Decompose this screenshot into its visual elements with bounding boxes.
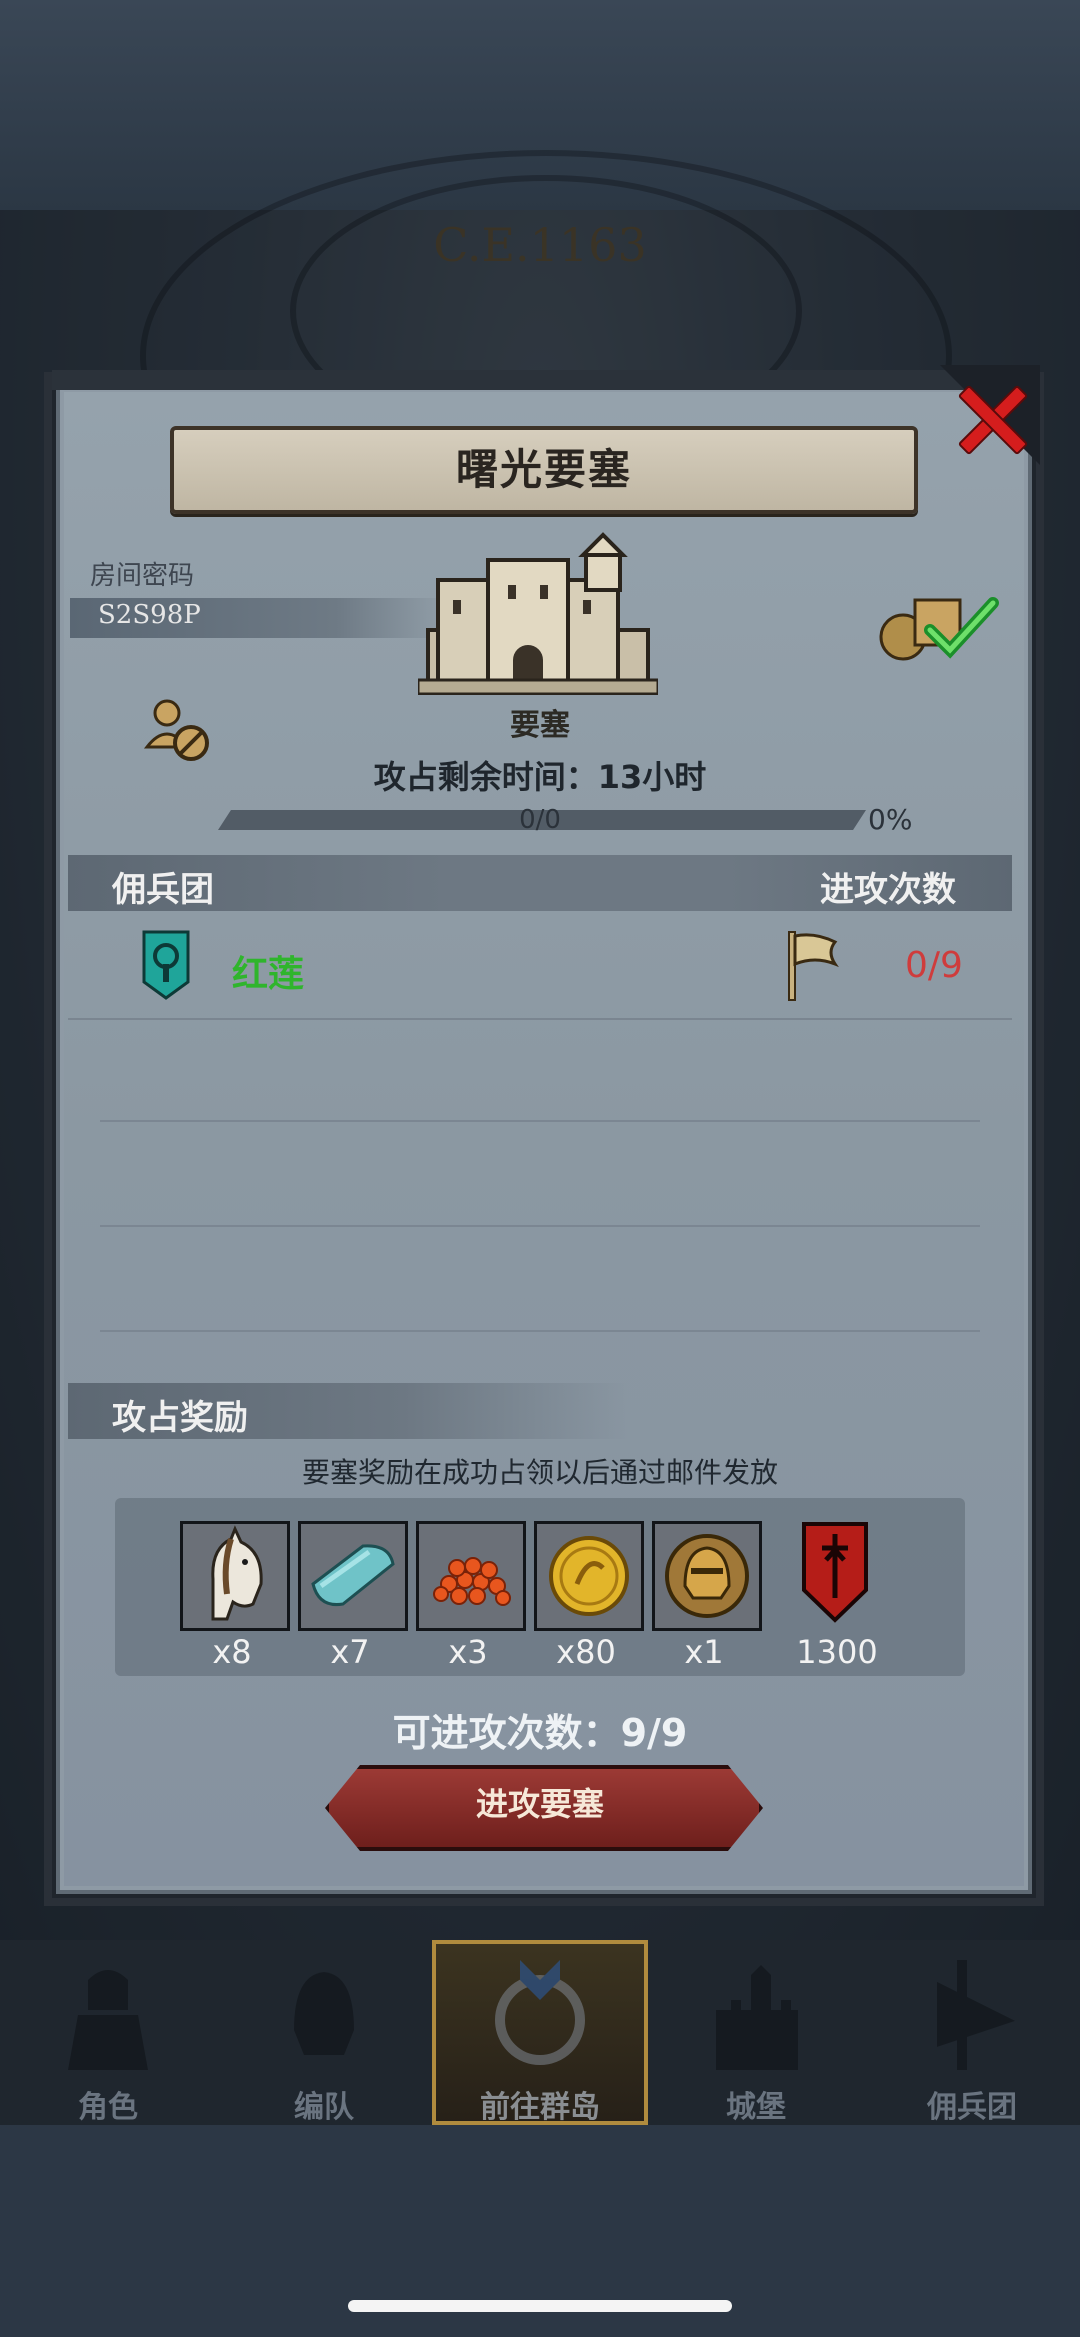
caviar-icon (419, 1524, 523, 1628)
reward-qty: x7 (330, 1633, 370, 1671)
row-divider (100, 1120, 980, 1122)
dialog-title: 曙光要塞 (455, 445, 632, 494)
capture-timer: 攻占剩余时间：13小时 (373, 758, 707, 796)
nav-label: 前往群岛 (480, 2090, 600, 2125)
mercenary-row[interactable] (68, 918, 1012, 1020)
nav-item-character[interactable]: 角色 (0, 1940, 216, 2125)
castle-nav-icon (716, 1965, 798, 2070)
reward-slot-cloth[interactable] (298, 1521, 408, 1631)
room-password-label: 房间密码 (90, 561, 195, 591)
reward-slot-caviar[interactable] (416, 1521, 526, 1631)
row-divider (100, 1330, 980, 1332)
attack-fortress-button-label[interactable]: 进攻要塞 (325, 1765, 755, 1843)
building-type-label: 要塞 (510, 708, 570, 743)
reward-qty: x8 (212, 1633, 252, 1671)
column-attack-count: 进攻次数 (820, 870, 956, 910)
nav-label: 编队 (294, 2090, 354, 2125)
nav-item-islands[interactable]: 前往群岛 (432, 1940, 648, 2125)
cloth-icon (301, 1524, 405, 1628)
knight-icon (68, 1970, 148, 2070)
sword-banner-icon (937, 1960, 1016, 2070)
dialog-top-edge (52, 370, 1028, 390)
rewards-title: 攻占奖励 (112, 1398, 248, 1438)
teal-banner-icon (142, 930, 190, 1000)
nav-label: 角色 (78, 2090, 138, 2125)
room-code[interactable]: S2S98P (98, 600, 201, 630)
compass-icon (495, 1960, 585, 2065)
reward-qty: x1 (684, 1633, 724, 1671)
nav-item-castle[interactable]: 城堡 (648, 1940, 864, 2125)
title-banner: 曙光要塞 (170, 426, 918, 514)
reward-slot-gold-coin[interactable] (534, 1521, 644, 1631)
reward-slot-horse[interactable] (180, 1521, 290, 1631)
reward-qty: x80 (556, 1633, 616, 1671)
flag-icon (788, 931, 839, 1001)
nav-item-mercenary[interactable]: 佣兵团 (864, 1940, 1080, 2125)
loot-claimed-icon[interactable] (875, 585, 1000, 665)
remaining-attacks: 可进攻次数：9/9 (392, 1711, 688, 1755)
home-indicator[interactable] (348, 2300, 732, 2312)
row-divider (100, 1225, 980, 1227)
nav-label: 佣兵团 (927, 2090, 1017, 2125)
no-entry-user-icon[interactable] (143, 695, 213, 765)
rewards-note: 要塞奖励在成功占领以后通过邮件发放 (301, 1456, 778, 1489)
fortress-castle-icon (418, 532, 658, 695)
gold-coin-icon (537, 1524, 641, 1628)
mercenary-attack-count: 0/9 (905, 945, 963, 986)
capture-progress-text: 0/0 (519, 805, 561, 835)
close-icon[interactable] (955, 378, 1025, 448)
horse-icon (183, 1524, 287, 1628)
mercenary-name: 红莲 (232, 954, 305, 995)
reward-qty: 1300 (796, 1633, 878, 1671)
red-shield-emblem-icon[interactable] (800, 1520, 870, 1624)
column-mercenary: 佣兵团 (112, 870, 214, 910)
reward-qty: x3 (448, 1633, 488, 1671)
reward-slot-helmet-coin[interactable] (652, 1521, 762, 1631)
capture-progress-percent: 0% (868, 803, 913, 836)
helmet-icon (294, 1972, 354, 2055)
helmet-coin-icon (655, 1524, 759, 1628)
nav-label: 城堡 (726, 2090, 786, 2125)
nav-item-formation[interactable]: 编队 (216, 1940, 432, 2125)
